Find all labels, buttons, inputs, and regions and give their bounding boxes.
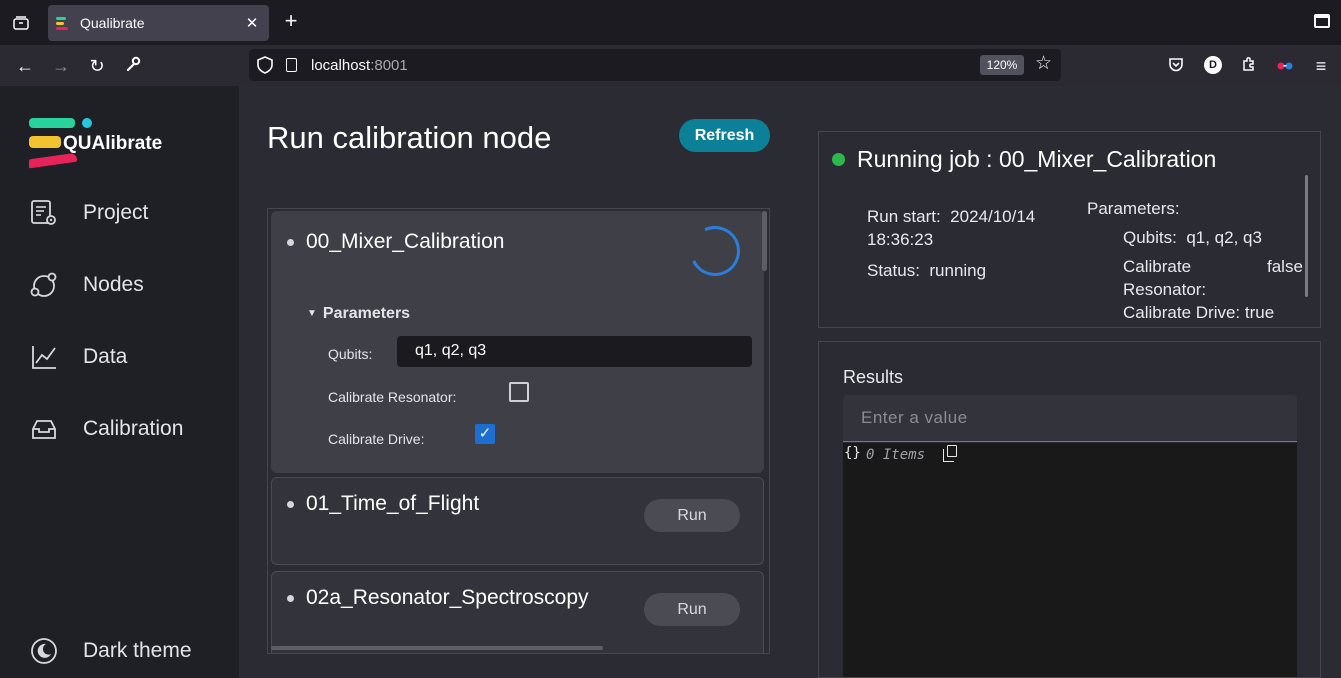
- node-name: 02a_Resonator_Spectroscopy: [306, 586, 589, 609]
- run-start: Run start: 2024/10/14 18:36:23: [867, 207, 1036, 249]
- job-title: Running job : 00_Mixer_Calibration: [857, 146, 1217, 172]
- sidebar: QUAlibrate Project Nodes Data Calibratio: [0, 86, 239, 678]
- url-text[interactable]: localhost:8001: [311, 57, 408, 74]
- node-list-horizontal-scrollbar[interactable]: [271, 646, 603, 650]
- zoom-badge[interactable]: 120%: [980, 55, 1024, 75]
- browser-tab[interactable]: Qualibrate ✕: [48, 5, 269, 41]
- bookmark-star-icon[interactable]: ☆: [1035, 52, 1052, 75]
- window-icon[interactable]: [1314, 14, 1330, 28]
- calibrate-drive-checkbox[interactable]: ✓: [475, 424, 495, 444]
- json-viewer: {} 0 Items: [843, 443, 1297, 677]
- parameters-toggle[interactable]: ▼ Parameters: [307, 305, 410, 323]
- browser-nav-bar: ← → ↻ localhost:8001 120% ☆ D ≡: [0, 45, 1341, 86]
- results-search-input[interactable]: Enter a value: [843, 395, 1297, 442]
- nodes-icon: [30, 271, 58, 299]
- forward-icon[interactable]: →: [49, 54, 73, 78]
- node-card-time-of-flight[interactable]: 01_Time_of_Flight Run: [271, 477, 764, 565]
- node-name: 00_Mixer_Calibration: [306, 230, 505, 253]
- node-card-resonator-spectroscopy[interactable]: 02a_Resonator_Spectroscopy Run: [271, 571, 764, 653]
- running-job-panel: Running job : 00_Mixer_Calibration Run s…: [818, 131, 1321, 328]
- dark-theme-toggle[interactable]: Dark theme: [30, 631, 230, 671]
- close-tab-icon[interactable]: ✕: [241, 14, 263, 32]
- moon-icon: [30, 637, 58, 665]
- menu-icon[interactable]: ≡: [1309, 54, 1333, 78]
- job-panel-scrollbar[interactable]: [1305, 175, 1308, 297]
- job-param-qubits: Qubits: q1, q2, q3: [1123, 228, 1262, 247]
- page-icon: [286, 58, 297, 72]
- copy-icon[interactable]: [943, 445, 957, 462]
- node-list-vertical-scrollbar[interactable]: [762, 211, 767, 271]
- job-param-resonator-label: Calibrate Resonator:: [1123, 257, 1207, 299]
- sidebar-item-nodes[interactable]: Nodes: [30, 265, 230, 305]
- calibrate-resonator-checkbox[interactable]: [509, 382, 529, 402]
- extension-glasses-icon[interactable]: [1273, 54, 1297, 78]
- sidebar-item-calibration[interactable]: Calibration: [30, 409, 230, 449]
- url-bar[interactable]: localhost:8001 120% ☆: [249, 49, 1061, 81]
- sidebar-item-data[interactable]: Data: [30, 337, 230, 377]
- node-card-mixer-calibration[interactable]: 00_Mixer_Calibration ▼ Parameters Qubits:…: [271, 211, 764, 473]
- tab-list-icon[interactable]: [10, 12, 32, 34]
- page-title: Run calibration node: [267, 120, 552, 155]
- job-status: Status: running: [867, 261, 987, 280]
- job-param-resonator-value: false: [1267, 257, 1303, 276]
- run-button[interactable]: Run: [644, 499, 740, 532]
- project-settings-icon: [30, 199, 58, 227]
- inbox-icon: [30, 415, 58, 443]
- job-parameters-label: Parameters:: [1087, 199, 1180, 218]
- calibrate-drive-label: Calibrate Drive:: [328, 431, 425, 447]
- wrench-icon[interactable]: [121, 54, 145, 78]
- qualibrate-logo[interactable]: QUAlibrate: [29, 116, 189, 176]
- sidebar-item-project[interactable]: Project: [30, 193, 230, 233]
- node-bullet: [287, 239, 294, 246]
- browser-tab-bar: Qualibrate ✕ +: [0, 0, 1341, 45]
- loading-spinner-icon: [682, 218, 748, 284]
- json-brace[interactable]: {}: [844, 445, 861, 461]
- results-label: Results: [843, 367, 904, 387]
- node-bullet: [287, 595, 294, 602]
- extensions-icon[interactable]: [1237, 54, 1261, 78]
- pocket-icon[interactable]: [1164, 54, 1188, 78]
- run-button[interactable]: Run: [644, 593, 740, 626]
- node-list: 00_Mixer_Calibration ▼ Parameters Qubits:…: [267, 208, 770, 654]
- profile-avatar[interactable]: D: [1204, 56, 1222, 74]
- json-item-count: 0 Items: [866, 447, 926, 463]
- data-chart-icon: [30, 343, 58, 371]
- status-indicator-icon: [832, 153, 845, 166]
- node-name: 01_Time_of_Flight: [306, 492, 480, 515]
- qualibrate-app: QUAlibrate Project Nodes Data Calibratio: [0, 86, 1341, 678]
- job-param-drive: Calibrate Drive: true: [1123, 303, 1275, 322]
- new-tab-icon[interactable]: +: [280, 10, 302, 34]
- shield-icon[interactable]: [257, 56, 273, 74]
- qubits-input[interactable]: q1, q2, q3: [397, 336, 752, 367]
- back-icon[interactable]: ←: [13, 54, 37, 78]
- refresh-button[interactable]: Refresh: [679, 119, 770, 152]
- results-panel: Results Enter a value {} 0 Items: [818, 341, 1321, 678]
- qubits-label: Qubits:: [328, 346, 373, 362]
- tab-title: Qualibrate: [80, 15, 145, 31]
- reload-icon[interactable]: ↻: [85, 54, 109, 78]
- qualibrate-favicon-icon: [56, 15, 72, 31]
- node-bullet: [287, 501, 294, 508]
- calibrate-resonator-label: Calibrate Resonator:: [328, 389, 457, 405]
